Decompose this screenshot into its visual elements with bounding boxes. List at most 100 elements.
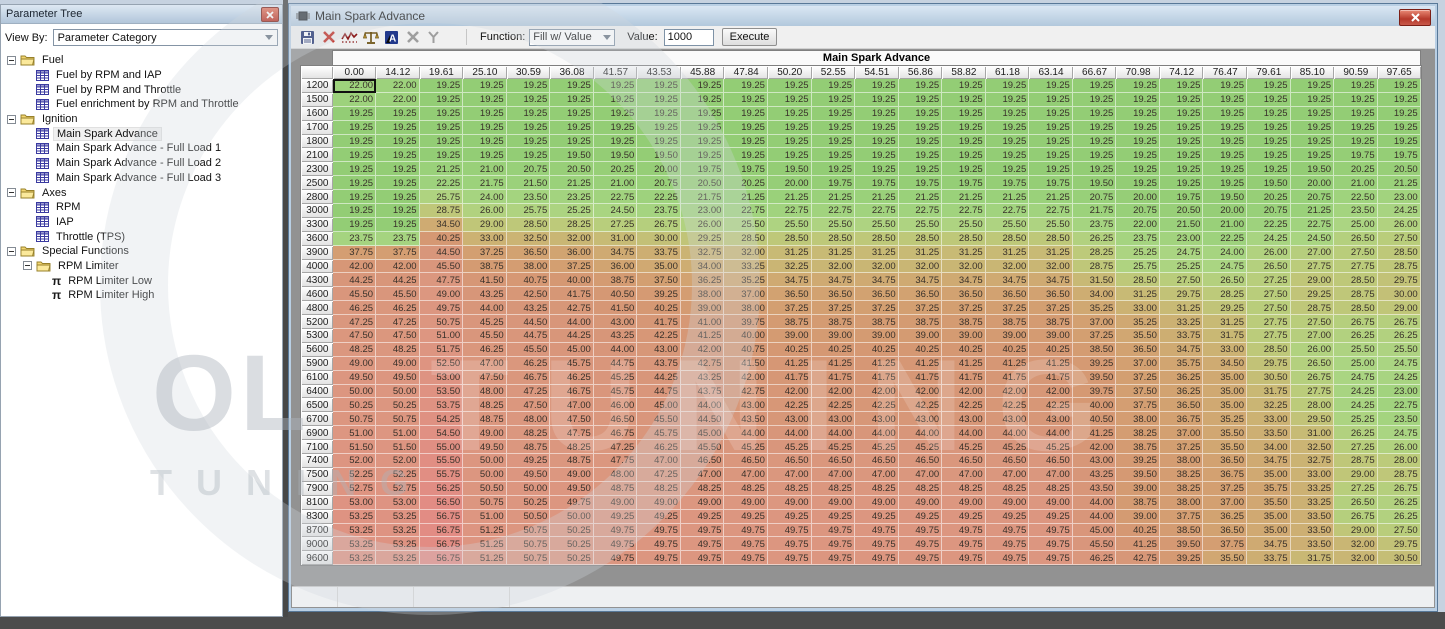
table-cell[interactable]: 32.00 <box>942 260 986 274</box>
function-select[interactable]: Fill w/ Value <box>529 29 615 46</box>
table-cell[interactable]: 21.25 <box>1029 190 1073 204</box>
table-cell[interactable]: 28.50 <box>899 232 943 246</box>
table-cell[interactable]: 27.25 <box>594 218 638 232</box>
table-cell[interactable]: 49.75 <box>594 524 638 538</box>
table-cell[interactable]: 49.75 <box>1029 524 1073 538</box>
table-cell[interactable]: 31.75 <box>1203 329 1247 343</box>
row-header[interactable]: 8700 <box>301 524 333 538</box>
table-cell[interactable]: 39.25 <box>637 287 681 301</box>
table-cell[interactable]: 37.00 <box>724 287 768 301</box>
table-cell[interactable]: 51.50 <box>376 440 420 454</box>
table-cell[interactable]: 19.25 <box>594 135 638 149</box>
table-cell[interactable]: 19.25 <box>463 107 507 121</box>
table-cell[interactable]: 21.25 <box>550 176 594 190</box>
table-cell[interactable]: 49.00 <box>550 468 594 482</box>
table-cell[interactable]: 49.00 <box>986 496 1030 510</box>
table-cell[interactable]: 44.00 <box>942 426 986 440</box>
table-cell[interactable]: 19.25 <box>724 148 768 162</box>
table-cell[interactable]: 42.00 <box>942 385 986 399</box>
row-header[interactable]: 3000 <box>301 204 333 218</box>
table-cell[interactable]: 24.00 <box>1203 246 1247 260</box>
table-cell[interactable]: 22.50 <box>1334 190 1378 204</box>
table-cell[interactable]: 35.50 <box>1116 329 1160 343</box>
table-cell[interactable]: 19.25 <box>724 79 768 93</box>
table-cell[interactable]: 52.75 <box>376 482 420 496</box>
row-header[interactable]: 1600 <box>301 107 333 121</box>
table-cell[interactable]: 19.25 <box>1203 162 1247 176</box>
table-cell[interactable]: 21.75 <box>1073 204 1117 218</box>
table-cell[interactable]: 44.00 <box>594 343 638 357</box>
table-cell[interactable]: 42.00 <box>899 385 943 399</box>
row-header[interactable]: 9000 <box>301 537 333 551</box>
table-cell[interactable]: 44.25 <box>550 329 594 343</box>
table-cell[interactable]: 43.00 <box>899 412 943 426</box>
table-cell[interactable]: 19.25 <box>1378 135 1422 149</box>
table-cell[interactable]: 19.25 <box>333 148 377 162</box>
table-cell[interactable]: 32.00 <box>855 260 899 274</box>
table-cell[interactable]: 19.25 <box>986 162 1030 176</box>
table-cell[interactable]: 22.75 <box>594 190 638 204</box>
table-cell[interactable]: 49.75 <box>942 537 986 551</box>
table-cell[interactable]: 45.25 <box>463 315 507 329</box>
table-cell[interactable]: 20.75 <box>1116 204 1160 218</box>
table-cell[interactable]: 44.00 <box>681 398 725 412</box>
table-cell[interactable]: 29.25 <box>1291 287 1335 301</box>
table-cell[interactable]: 44.00 <box>1073 510 1117 524</box>
table-cell[interactable]: 48.25 <box>899 482 943 496</box>
table-cell[interactable]: 37.25 <box>986 301 1030 315</box>
table-cell[interactable]: 49.75 <box>724 551 768 565</box>
table-cell[interactable]: 20.00 <box>1116 190 1160 204</box>
table-cell[interactable]: 42.25 <box>986 398 1030 412</box>
table-cell[interactable]: 49.75 <box>812 524 856 538</box>
table-cell[interactable]: 44.00 <box>768 426 812 440</box>
table-cell[interactable]: 48.25 <box>463 398 507 412</box>
table-cell[interactable]: 49.00 <box>812 496 856 510</box>
table-cell[interactable]: 41.25 <box>986 357 1030 371</box>
table-cell[interactable]: 35.00 <box>1203 385 1247 399</box>
table-cell[interactable]: 19.50 <box>1203 190 1247 204</box>
col-header[interactable]: 79.61 <box>1247 66 1291 80</box>
table-cell[interactable]: 35.50 <box>1203 551 1247 565</box>
table-cell[interactable]: 41.75 <box>550 287 594 301</box>
table-cell[interactable]: 22.00 <box>333 79 377 93</box>
table-cell[interactable]: 31.25 <box>855 246 899 260</box>
table-cell[interactable]: 19.25 <box>1247 148 1291 162</box>
table-cell[interactable]: 19.25 <box>594 93 638 107</box>
table-cell[interactable]: 22.75 <box>1029 204 1073 218</box>
table-cell[interactable]: 32.75 <box>681 246 725 260</box>
table-cell[interactable]: 35.00 <box>637 260 681 274</box>
table-cell[interactable]: 53.25 <box>376 551 420 565</box>
table-cell[interactable]: 19.25 <box>1160 162 1204 176</box>
table-cell[interactable]: 24.50 <box>1291 232 1335 246</box>
tree-item-iap[interactable]: IAP <box>5 215 282 230</box>
tree-item-rpm-limiter-high[interactable]: πRPM Limiter High <box>5 288 282 303</box>
table-cell[interactable]: 31.25 <box>768 246 812 260</box>
table-cell[interactable]: 44.50 <box>420 246 464 260</box>
table-cell[interactable]: 41.00 <box>681 315 725 329</box>
table-cell[interactable]: 46.75 <box>550 385 594 399</box>
table-cell[interactable]: 19.25 <box>1291 93 1335 107</box>
table-cell[interactable]: 19.25 <box>637 79 681 93</box>
table-cell[interactable]: 19.25 <box>1160 107 1204 121</box>
table-cell[interactable]: 35.75 <box>1247 482 1291 496</box>
row-header[interactable]: 3300 <box>301 218 333 232</box>
table-cell[interactable]: 32.00 <box>1334 551 1378 565</box>
table-cell[interactable]: 19.25 <box>1116 107 1160 121</box>
table-cell[interactable]: 38.00 <box>724 301 768 315</box>
row-header[interactable]: 1500 <box>301 93 333 107</box>
table-cell[interactable]: 49.75 <box>812 551 856 565</box>
table-cell[interactable]: 55.00 <box>420 440 464 454</box>
table-cell[interactable]: 19.25 <box>507 135 551 149</box>
table-cell[interactable]: 37.25 <box>1203 482 1247 496</box>
table-cell[interactable]: 21.25 <box>899 190 943 204</box>
table-cell[interactable]: 49.00 <box>724 496 768 510</box>
table-cell[interactable]: 20.75 <box>1247 204 1291 218</box>
table-cell[interactable]: 40.25 <box>986 343 1030 357</box>
table-cell[interactable]: 19.25 <box>768 107 812 121</box>
table-cell[interactable]: 34.75 <box>942 273 986 287</box>
table-cell[interactable]: 38.75 <box>594 273 638 287</box>
table-cell[interactable]: 19.25 <box>899 135 943 149</box>
table-cell[interactable]: 56.75 <box>420 537 464 551</box>
table-cell[interactable]: 37.25 <box>899 301 943 315</box>
table-cell[interactable]: 44.00 <box>724 426 768 440</box>
